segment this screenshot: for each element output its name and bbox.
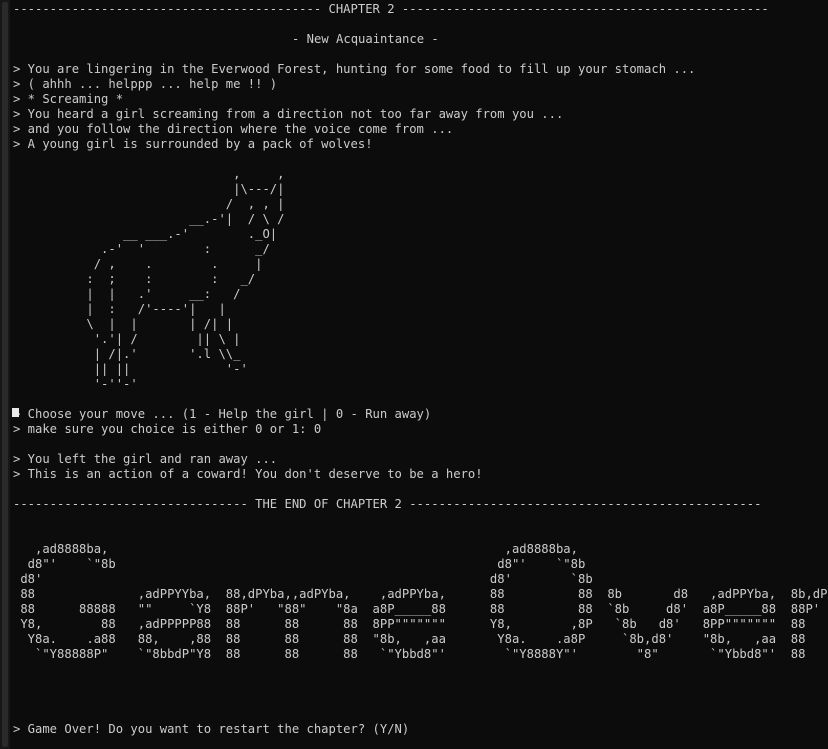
story-line: > You are lingering in the Everwood Fore… bbox=[13, 62, 696, 76]
story-line: > * Screaming * bbox=[13, 92, 124, 106]
story-line: > and you follow the direction where the… bbox=[13, 122, 454, 136]
chapter-end-footer: -------------------------------- THE END… bbox=[13, 497, 762, 511]
game-over-ascii-art: ,ad8888ba, ,ad8888ba, d8"' `"8b d8"' `"8… bbox=[20, 542, 828, 661]
chapter-subtitle: - New Acquaintance - bbox=[292, 32, 439, 46]
choice-input-line: > make sure you choice is either 0 or 1:… bbox=[13, 422, 322, 436]
restart-prompt[interactable]: > Game Over! Do you want to restart the … bbox=[13, 722, 409, 737]
outcome-line: > You left the girl and ran away ... bbox=[13, 452, 278, 466]
chapter-header: ----------------------------------------… bbox=[13, 2, 769, 16]
outcome-line: > This is an action of a coward! You don… bbox=[13, 467, 483, 481]
choice-prompt: > Choose your move ... (1 - Help the gir… bbox=[13, 407, 432, 421]
scrollbar-thumb[interactable] bbox=[2, 2, 8, 747]
story-line: > A young girl is surrounded by a pack o… bbox=[13, 137, 373, 151]
scrollbar[interactable] bbox=[0, 0, 10, 749]
story-line: > ( ahhh ... helppp ... help me !! ) bbox=[13, 77, 278, 91]
story-line: > You heard a girl screaming from a dire… bbox=[13, 107, 564, 121]
mouse-cursor-icon bbox=[12, 408, 19, 417]
terminal-output[interactable]: ----------------------------------------… bbox=[13, 2, 828, 749]
wolf-ascii-art: , , |\---/| / , , | __.-'| / \ / __ ___.… bbox=[86, 167, 285, 391]
